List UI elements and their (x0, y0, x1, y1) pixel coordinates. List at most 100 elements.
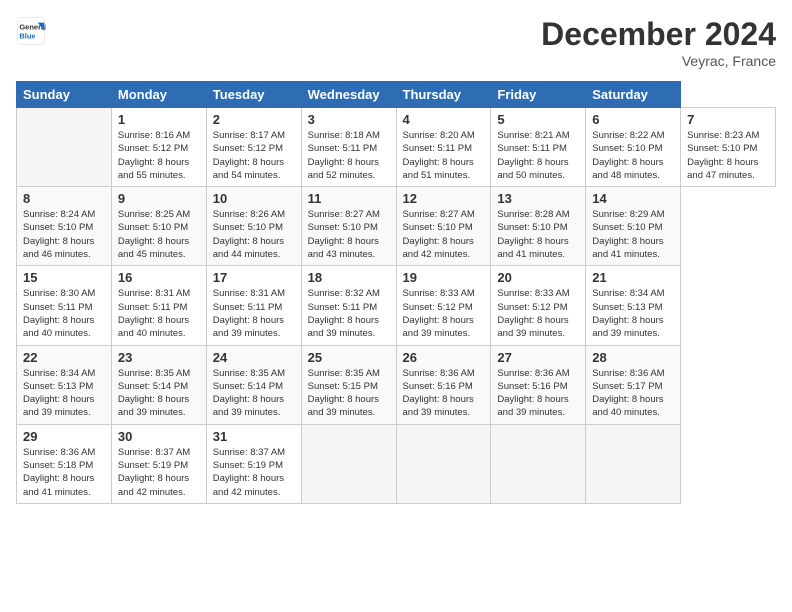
daylight: Daylight: 8 hours and 51 minutes. (403, 157, 474, 181)
day-number: 14 (592, 191, 674, 206)
col-tuesday: Tuesday (206, 82, 301, 108)
sunset: Sunset: 5:10 PM (213, 222, 283, 233)
day-info: Sunrise: 8:33 AM Sunset: 5:12 PM Dayligh… (497, 287, 579, 340)
day-number: 25 (308, 350, 390, 365)
logo-icon: General Blue (16, 16, 46, 46)
day-info: Sunrise: 8:37 AM Sunset: 5:19 PM Dayligh… (213, 446, 295, 499)
sunset: Sunset: 5:11 PM (213, 302, 283, 313)
sunset: Sunset: 5:11 PM (497, 143, 567, 154)
calendar-cell: 26 Sunrise: 8:36 AM Sunset: 5:16 PM Dayl… (396, 345, 491, 424)
daylight: Daylight: 8 hours and 40 minutes. (118, 315, 189, 339)
sunset: Sunset: 5:12 PM (213, 143, 283, 154)
sunrise: Sunrise: 8:31 AM (213, 288, 285, 299)
sunset: Sunset: 5:12 PM (403, 302, 473, 313)
day-number: 18 (308, 270, 390, 285)
col-sunday: Sunday (17, 82, 112, 108)
day-info: Sunrise: 8:35 AM Sunset: 5:15 PM Dayligh… (308, 367, 390, 420)
day-info: Sunrise: 8:27 AM Sunset: 5:10 PM Dayligh… (403, 208, 485, 261)
calendar-cell: 14 Sunrise: 8:29 AM Sunset: 5:10 PM Dayl… (586, 187, 681, 266)
daylight: Daylight: 8 hours and 39 minutes. (497, 394, 568, 418)
sunrise: Sunrise: 8:36 AM (403, 368, 475, 379)
day-number: 19 (403, 270, 485, 285)
location: Veyrac, France (541, 53, 776, 69)
calendar-table: Sunday Monday Tuesday Wednesday Thursday… (16, 81, 776, 504)
sunset: Sunset: 5:10 PM (308, 222, 378, 233)
sunset: Sunset: 5:11 PM (118, 302, 188, 313)
daylight: Daylight: 8 hours and 39 minutes. (403, 315, 474, 339)
day-number: 20 (497, 270, 579, 285)
day-info: Sunrise: 8:18 AM Sunset: 5:11 PM Dayligh… (308, 129, 390, 182)
day-info: Sunrise: 8:34 AM Sunset: 5:13 PM Dayligh… (592, 287, 674, 340)
sunset: Sunset: 5:19 PM (213, 460, 283, 471)
sunset: Sunset: 5:17 PM (592, 381, 662, 392)
sunrise: Sunrise: 8:34 AM (592, 288, 664, 299)
day-number: 24 (213, 350, 295, 365)
daylight: Daylight: 8 hours and 41 minutes. (592, 236, 663, 260)
daylight: Daylight: 8 hours and 48 minutes. (592, 157, 663, 181)
day-number: 13 (497, 191, 579, 206)
sunset: Sunset: 5:12 PM (118, 143, 188, 154)
sunset: Sunset: 5:15 PM (308, 381, 378, 392)
sunrise: Sunrise: 8:36 AM (497, 368, 569, 379)
day-info: Sunrise: 8:30 AM Sunset: 5:11 PM Dayligh… (23, 287, 105, 340)
day-number: 1 (118, 112, 200, 127)
daylight: Daylight: 8 hours and 55 minutes. (118, 157, 189, 181)
sunset: Sunset: 5:12 PM (497, 302, 567, 313)
daylight: Daylight: 8 hours and 39 minutes. (23, 394, 94, 418)
day-info: Sunrise: 8:36 AM Sunset: 5:16 PM Dayligh… (403, 367, 485, 420)
sunrise: Sunrise: 8:25 AM (118, 209, 190, 220)
calendar-cell: 28 Sunrise: 8:36 AM Sunset: 5:17 PM Dayl… (586, 345, 681, 424)
sunrise: Sunrise: 8:18 AM (308, 130, 380, 141)
day-info: Sunrise: 8:24 AM Sunset: 5:10 PM Dayligh… (23, 208, 105, 261)
daylight: Daylight: 8 hours and 39 minutes. (592, 315, 663, 339)
sunset: Sunset: 5:11 PM (308, 143, 378, 154)
calendar-week-4: 22 Sunrise: 8:34 AM Sunset: 5:13 PM Dayl… (17, 345, 776, 424)
day-number: 10 (213, 191, 295, 206)
day-info: Sunrise: 8:31 AM Sunset: 5:11 PM Dayligh… (213, 287, 295, 340)
calendar-cell: 2 Sunrise: 8:17 AM Sunset: 5:12 PM Dayli… (206, 108, 301, 187)
calendar-cell: 7 Sunrise: 8:23 AM Sunset: 5:10 PM Dayli… (681, 108, 776, 187)
calendar-page: General Blue December 2024 Veyrac, Franc… (0, 0, 792, 612)
day-info: Sunrise: 8:17 AM Sunset: 5:12 PM Dayligh… (213, 129, 295, 182)
sunset: Sunset: 5:10 PM (403, 222, 473, 233)
calendar-cell: 25 Sunrise: 8:35 AM Sunset: 5:15 PM Dayl… (301, 345, 396, 424)
daylight: Daylight: 8 hours and 50 minutes. (497, 157, 568, 181)
sunrise: Sunrise: 8:35 AM (213, 368, 285, 379)
day-number: 8 (23, 191, 105, 206)
sunset: Sunset: 5:10 PM (118, 222, 188, 233)
calendar-cell: 17 Sunrise: 8:31 AM Sunset: 5:11 PM Dayl… (206, 266, 301, 345)
daylight: Daylight: 8 hours and 42 minutes. (403, 236, 474, 260)
day-number: 22 (23, 350, 105, 365)
sunrise: Sunrise: 8:33 AM (497, 288, 569, 299)
sunrise: Sunrise: 8:23 AM (687, 130, 759, 141)
daylight: Daylight: 8 hours and 42 minutes. (213, 473, 284, 497)
daylight: Daylight: 8 hours and 45 minutes. (118, 236, 189, 260)
calendar-cell (586, 424, 681, 503)
day-number: 26 (403, 350, 485, 365)
calendar-cell: 15 Sunrise: 8:30 AM Sunset: 5:11 PM Dayl… (17, 266, 112, 345)
daylight: Daylight: 8 hours and 39 minutes. (403, 394, 474, 418)
calendar-cell: 12 Sunrise: 8:27 AM Sunset: 5:10 PM Dayl… (396, 187, 491, 266)
daylight: Daylight: 8 hours and 41 minutes. (497, 236, 568, 260)
sunrise: Sunrise: 8:26 AM (213, 209, 285, 220)
sunrise: Sunrise: 8:27 AM (308, 209, 380, 220)
day-number: 27 (497, 350, 579, 365)
sunrise: Sunrise: 8:37 AM (118, 447, 190, 458)
calendar-cell: 21 Sunrise: 8:34 AM Sunset: 5:13 PM Dayl… (586, 266, 681, 345)
day-info: Sunrise: 8:37 AM Sunset: 5:19 PM Dayligh… (118, 446, 200, 499)
sunrise: Sunrise: 8:16 AM (118, 130, 190, 141)
sunrise: Sunrise: 8:27 AM (403, 209, 475, 220)
day-info: Sunrise: 8:31 AM Sunset: 5:11 PM Dayligh… (118, 287, 200, 340)
calendar-cell: 23 Sunrise: 8:35 AM Sunset: 5:14 PM Dayl… (111, 345, 206, 424)
daylight: Daylight: 8 hours and 39 minutes. (497, 315, 568, 339)
day-info: Sunrise: 8:20 AM Sunset: 5:11 PM Dayligh… (403, 129, 485, 182)
daylight: Daylight: 8 hours and 39 minutes. (213, 315, 284, 339)
sunset: Sunset: 5:16 PM (497, 381, 567, 392)
header: General Blue December 2024 Veyrac, Franc… (16, 16, 776, 69)
sunrise: Sunrise: 8:35 AM (118, 368, 190, 379)
sunset: Sunset: 5:16 PM (403, 381, 473, 392)
title-section: December 2024 Veyrac, France (541, 16, 776, 69)
day-number: 7 (687, 112, 769, 127)
calendar-cell (301, 424, 396, 503)
sunset: Sunset: 5:11 PM (308, 302, 378, 313)
